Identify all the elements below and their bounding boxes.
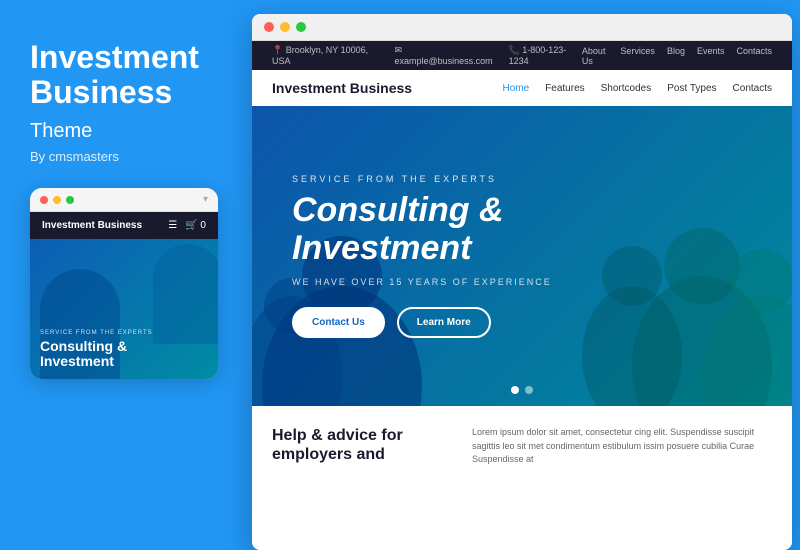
browser-window-bar	[252, 14, 792, 41]
site-nav-logo[interactable]: Investment Business	[272, 80, 412, 96]
site-hero-content: SERVICE FROM THE EXPERTS Consulting & In…	[292, 174, 752, 338]
nav-home[interactable]: Home	[502, 83, 529, 94]
mobile-hero-label: SERVICE FROM THE EXPERTS	[40, 330, 208, 336]
browser-preview: 📍 Brooklyn, NY 10006, USA ✉ example@busi…	[252, 14, 792, 550]
mobile-dot-yellow	[53, 196, 61, 204]
site-bottom-section: Help & advice for employers and Lorem ip…	[252, 406, 792, 488]
mobile-nav-icons: ☰ 🛒 0	[168, 220, 206, 231]
mobile-site-header: Investment Business ☰ 🛒 0	[30, 212, 218, 239]
hero-cta-buttons: Contact Us Learn More	[292, 307, 752, 338]
site-bottom-body: Lorem ipsum dolor sit amet, consectetur …	[472, 426, 772, 468]
site-topbar: 📍 Brooklyn, NY 10006, USA ✉ example@busi…	[252, 41, 792, 70]
nav-features[interactable]: Features	[545, 83, 584, 94]
site-hero: SERVICE FROM THE EXPERTS Consulting & In…	[252, 106, 792, 406]
topbar-contacts[interactable]: Contacts	[736, 46, 772, 66]
left-panel: Investment Business Theme By cmsmasters …	[0, 0, 248, 550]
mobile-dot-red	[40, 196, 48, 204]
mobile-hero-text: SERVICE FROM THE EXPERTS Consulting & In…	[40, 330, 208, 370]
mobile-hero-heading: Consulting & Investment	[40, 339, 208, 370]
hero-slide-dots	[511, 386, 533, 394]
hero-dot-2[interactable]	[525, 386, 533, 394]
product-author: By cmsmasters	[30, 149, 218, 164]
mobile-dropdown-arrow: ▾	[203, 194, 208, 205]
hero-learn-button[interactable]: Learn More	[397, 307, 491, 338]
hero-contact-button[interactable]: Contact Us	[292, 307, 385, 338]
topbar-events[interactable]: Events	[697, 46, 725, 66]
browser-dot-yellow	[280, 22, 290, 32]
mobile-hero: SERVICE FROM THE EXPERTS Consulting & In…	[30, 239, 218, 379]
product-subtitle: Theme	[30, 120, 218, 143]
site-email: ✉ example@business.com	[394, 45, 496, 66]
mobile-window-bar: ▾	[30, 188, 218, 212]
site-address: 📍 Brooklyn, NY 10006, USA	[272, 45, 382, 66]
mobile-logo: Investment Business	[42, 220, 142, 231]
nav-post-types[interactable]: Post Types	[667, 83, 716, 94]
mobile-dot-green	[66, 196, 74, 204]
site-topbar-nav: About Us Services Blog Events Contacts	[582, 46, 772, 66]
site-bottom-left: Help & advice for employers and	[272, 426, 452, 468]
browser-dot-red	[264, 22, 274, 32]
site-nav-links: Home Features Shortcodes Post Types Cont…	[502, 83, 772, 94]
site-bottom-heading: Help & advice for employers and	[272, 426, 452, 464]
browser-dot-green	[296, 22, 306, 32]
hero-dot-1[interactable]	[511, 386, 519, 394]
site-main-nav: Investment Business Home Features Shortc…	[252, 70, 792, 106]
topbar-services[interactable]: Services	[620, 46, 655, 66]
product-title: Investment Business	[30, 40, 218, 110]
hero-eyebrow-label: SERVICE FROM THE EXPERTS	[292, 174, 752, 184]
mobile-preview: ▾ Investment Business ☰ 🛒 0 SERVICE FROM…	[30, 188, 218, 379]
site-topbar-contact: 📍 Brooklyn, NY 10006, USA ✉ example@busi…	[272, 45, 582, 66]
mobile-cart-icon[interactable]: 🛒 0	[185, 220, 206, 231]
nav-contacts[interactable]: Contacts	[733, 83, 772, 94]
site-phone: 📞 1-800-123-1234	[509, 45, 582, 66]
nav-shortcodes[interactable]: Shortcodes	[601, 83, 652, 94]
hero-heading: Consulting & Investment	[292, 192, 752, 267]
topbar-about[interactable]: About Us	[582, 46, 609, 66]
hero-subtext: WE HAVE OVER 15 YEARS OF EXPERIENCE	[292, 277, 752, 287]
topbar-blog[interactable]: Blog	[667, 46, 685, 66]
mobile-menu-icon[interactable]: ☰	[168, 220, 177, 231]
